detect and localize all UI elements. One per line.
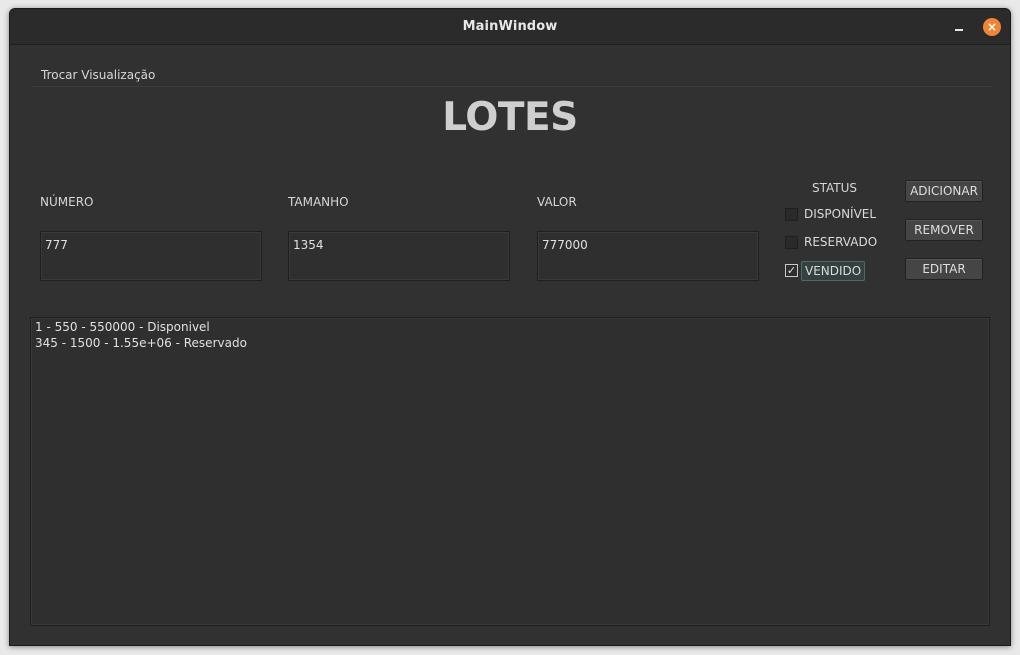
page-title: LOTES xyxy=(442,95,578,140)
menu-bar: Trocar Visualização xyxy=(32,64,992,87)
checkbox-disponivel[interactable] xyxy=(785,208,798,221)
status-label-disponivel: DISPONÍVEL xyxy=(804,207,877,221)
lotes-list[interactable]: 1 - 550 - 550000 - Disponivel 345 - 1500… xyxy=(30,317,990,626)
remove-button[interactable]: REMOVER xyxy=(905,219,983,241)
numero-label: NÚMERO xyxy=(40,195,94,209)
add-button[interactable]: ADICIONAR xyxy=(905,180,983,202)
title-bar[interactable]: MainWindow × xyxy=(10,9,1010,45)
list-item[interactable]: 1 - 550 - 550000 - Disponivel xyxy=(35,319,985,335)
list-item[interactable]: 345 - 1500 - 1.55e+06 - Reservado xyxy=(35,335,985,351)
tamanho-label: TAMANHO xyxy=(288,195,349,209)
check-icon: ✓ xyxy=(786,264,797,277)
edit-button[interactable]: EDITAR xyxy=(905,258,983,280)
checkbox-vendido[interactable]: ✓ xyxy=(785,264,798,277)
close-icon: × xyxy=(986,20,998,34)
tamanho-input[interactable]: 1354 xyxy=(288,231,510,281)
numero-input[interactable]: 777 xyxy=(40,231,262,281)
minimize-icon xyxy=(955,29,963,31)
valor-input[interactable]: 777000 xyxy=(537,231,759,281)
valor-label: VALOR xyxy=(537,195,577,209)
close-button[interactable]: × xyxy=(983,18,1001,36)
minimize-button[interactable] xyxy=(953,19,965,33)
status-label-vendido: VENDIDO xyxy=(801,261,866,281)
status-title: STATUS xyxy=(812,181,858,195)
status-label-reservado: RESERVADO xyxy=(804,235,878,249)
menu-item-trocar-visualizacao[interactable]: Trocar Visualização xyxy=(41,68,155,82)
main-window: MainWindow × Trocar Visualização LOTES N… xyxy=(9,8,1011,646)
window-title: MainWindow xyxy=(462,19,558,34)
checkbox-reservado[interactable] xyxy=(785,236,798,249)
